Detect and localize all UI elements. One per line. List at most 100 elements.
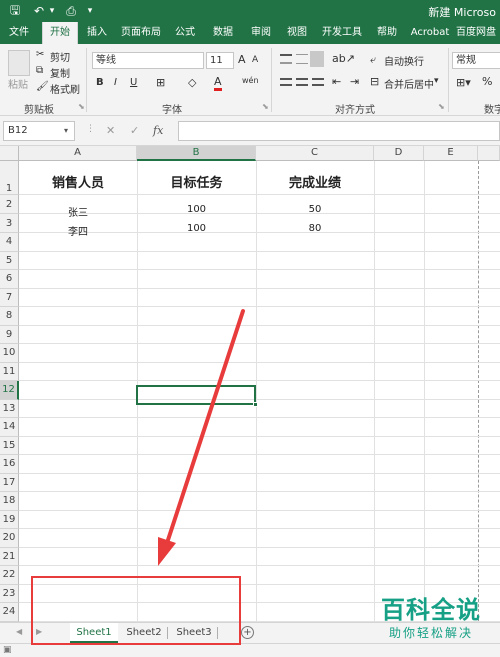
column-header-a[interactable]: A bbox=[19, 146, 137, 161]
cell-c3[interactable]: 80 bbox=[256, 223, 374, 234]
row-header-6[interactable]: 6 bbox=[0, 270, 19, 289]
font-launcher-icon[interactable]: ⬊ bbox=[262, 102, 269, 111]
format-painter-icon[interactable]: 🖌 bbox=[36, 81, 49, 92]
underline-button[interactable]: U bbox=[130, 77, 137, 88]
cell-a3[interactable]: 李四 bbox=[19, 223, 137, 238]
increase-indent-icon[interactable]: ⇥ bbox=[350, 75, 359, 88]
row-header-18[interactable]: 18 bbox=[0, 492, 19, 511]
tab-file[interactable]: 文件 bbox=[4, 22, 34, 44]
row-header-1[interactable]: 1 bbox=[0, 161, 19, 195]
cancel-icon[interactable]: ✕ bbox=[106, 124, 115, 137]
macro-record-icon[interactable]: ▣ bbox=[3, 645, 12, 655]
cell-c1[interactable]: 完成业绩 bbox=[256, 172, 374, 191]
scroll-left-icon[interactable]: ◀ bbox=[16, 627, 22, 636]
shrink-font-icon[interactable]: A bbox=[252, 55, 258, 65]
wrap-text-icon[interactable]: ⤶ bbox=[370, 53, 376, 67]
cell-c2[interactable]: 50 bbox=[256, 204, 374, 215]
row-header-20[interactable]: 20 bbox=[0, 529, 19, 548]
row-header-7[interactable]: 7 bbox=[0, 288, 19, 307]
paste-button[interactable]: 粘贴 bbox=[8, 76, 28, 91]
row-header-8[interactable]: 8 bbox=[0, 307, 19, 326]
currency-icon[interactable]: ⊞▾ bbox=[456, 76, 471, 89]
wrap-text-button[interactable]: 自动换行 bbox=[384, 53, 424, 68]
merge-center-icon[interactable]: ⊟ bbox=[370, 75, 379, 88]
column-header-f[interactable] bbox=[478, 146, 500, 161]
column-header-e[interactable]: E bbox=[424, 146, 478, 161]
enter-icon[interactable]: ✓ bbox=[130, 124, 139, 137]
cell-b1[interactable]: 目标任务 bbox=[137, 172, 256, 191]
cell-b3[interactable]: 100 bbox=[137, 223, 256, 234]
phonetic-icon[interactable]: wén bbox=[242, 76, 259, 85]
tab-insert[interactable]: 插入 bbox=[82, 22, 112, 44]
merge-center-button[interactable]: 合并后居中 bbox=[384, 76, 434, 91]
customize-toolbar-icon[interactable]: ▾ bbox=[84, 2, 96, 20]
bottom-align-icon[interactable] bbox=[310, 51, 324, 67]
borders-icon[interactable]: ⊞ bbox=[156, 76, 165, 89]
decrease-indent-icon[interactable]: ⇤ bbox=[332, 75, 341, 88]
orientation-icon[interactable]: ab↗ bbox=[332, 52, 355, 65]
undo-icon[interactable]: ↶ bbox=[32, 2, 46, 20]
new-sheet-button[interactable]: + bbox=[241, 626, 254, 639]
row-header-10[interactable]: 10 bbox=[0, 344, 19, 363]
row-header-19[interactable]: 19 bbox=[0, 510, 19, 529]
tab-acrobat[interactable]: Acrobat bbox=[408, 22, 452, 44]
cell-a1[interactable]: 销售人员 bbox=[19, 172, 137, 191]
row-header-14[interactable]: 14 bbox=[0, 418, 19, 437]
tab-data[interactable]: 数据 bbox=[208, 22, 238, 44]
row-header-23[interactable]: 23 bbox=[0, 584, 19, 603]
row-header-21[interactable]: 21 bbox=[0, 547, 19, 566]
name-box-dropdown-icon[interactable]: ▾ bbox=[64, 126, 68, 135]
row-header-16[interactable]: 16 bbox=[0, 455, 19, 474]
cell-b2[interactable]: 100 bbox=[137, 204, 256, 215]
tab-formulas[interactable]: 公式 bbox=[170, 22, 200, 44]
row-header-3[interactable]: 3 bbox=[0, 214, 19, 233]
middle-align-icon[interactable] bbox=[296, 54, 308, 64]
formula-input[interactable] bbox=[178, 121, 500, 141]
cut-icon[interactable]: ✂ bbox=[36, 49, 44, 60]
tab-review[interactable]: 审阅 bbox=[246, 22, 276, 44]
align-right-icon[interactable] bbox=[312, 78, 324, 86]
row-header-12[interactable]: 12 bbox=[0, 381, 19, 400]
top-align-icon[interactable] bbox=[280, 54, 292, 64]
save-icon[interactable]: 🖫 bbox=[8, 2, 22, 20]
alignment-launcher-icon[interactable]: ⬊ bbox=[438, 102, 445, 111]
column-header-d[interactable]: D bbox=[374, 146, 424, 161]
format-painter-button[interactable]: 格式刷 bbox=[50, 81, 80, 96]
row-header-22[interactable]: 22 bbox=[0, 566, 19, 585]
merge-dropdown-icon[interactable]: ▾ bbox=[434, 76, 439, 86]
column-header-b[interactable]: B bbox=[137, 146, 256, 161]
column-header-c[interactable]: C bbox=[256, 146, 374, 161]
grow-font-icon[interactable]: A bbox=[238, 53, 246, 66]
row-header-5[interactable]: 5 bbox=[0, 251, 19, 270]
cell-a2[interactable]: 张三 bbox=[19, 204, 137, 219]
align-left-icon[interactable] bbox=[280, 78, 292, 86]
undo-dropdown-icon[interactable]: ▾ bbox=[47, 2, 57, 20]
percent-button[interactable]: % bbox=[482, 75, 492, 88]
row-header-4[interactable]: 4 bbox=[0, 233, 19, 252]
font-color-icon[interactable]: A bbox=[214, 76, 222, 91]
copy-icon[interactable]: ⧉ bbox=[36, 65, 43, 76]
fill-color-icon[interactable]: ◇ bbox=[188, 76, 196, 89]
row-header-17[interactable]: 17 bbox=[0, 473, 19, 492]
paste-icon[interactable] bbox=[8, 50, 30, 76]
copy-button[interactable]: 复制 bbox=[50, 65, 70, 80]
tab-help[interactable]: 帮助 bbox=[372, 22, 402, 44]
row-header-13[interactable]: 13 bbox=[0, 399, 19, 418]
cut-button[interactable]: 剪切 bbox=[50, 49, 70, 64]
active-cell-b12[interactable] bbox=[136, 385, 258, 407]
row-header-11[interactable]: 11 bbox=[0, 362, 19, 381]
font-size-select[interactable]: 11 bbox=[206, 52, 234, 69]
italic-button[interactable]: I bbox=[114, 77, 117, 88]
tab-page-layout[interactable]: 页面布局 bbox=[120, 22, 162, 44]
row-header-24[interactable]: 24 bbox=[0, 603, 19, 622]
fill-handle[interactable] bbox=[253, 402, 258, 407]
tab-home[interactable]: 开始 bbox=[42, 22, 78, 44]
number-format-select[interactable]: 常规 bbox=[452, 52, 500, 69]
row-header-15[interactable]: 15 bbox=[0, 436, 19, 455]
print-preview-icon[interactable]: ⎙ bbox=[64, 2, 78, 20]
worksheet-grid[interactable]: A B C D E 1 2 3 4 5 6 7 8 9 10 11 12 13 14 15 16 17 18 19 2… bbox=[0, 146, 500, 622]
select-all-corner[interactable] bbox=[0, 146, 19, 161]
tab-view[interactable]: 视图 bbox=[282, 22, 312, 44]
align-center-icon[interactable] bbox=[296, 78, 308, 86]
row-header-9[interactable]: 9 bbox=[0, 325, 19, 344]
